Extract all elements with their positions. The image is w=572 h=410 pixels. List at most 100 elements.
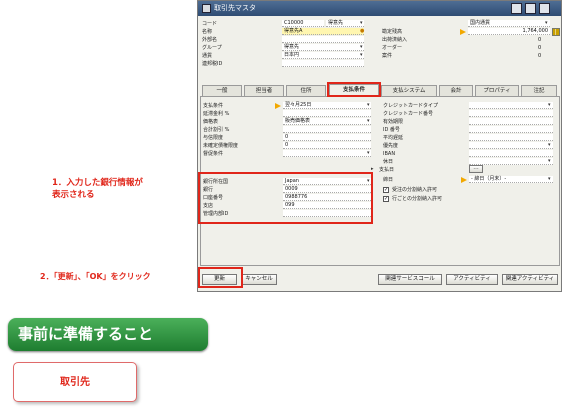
code-field[interactable]: C10000: [282, 20, 324, 27]
click-note: 2．「更新」、「OK」をクリック: [40, 272, 151, 281]
bank-info-highlight: [198, 172, 373, 224]
business-partner-window: 取引先マスタ コード C10000 得意先 ▾ 名称 得意先A ● 外部名 グル…: [197, 0, 562, 292]
chevron-down-icon[interactable]: ▾: [367, 150, 370, 157]
tab-properties[interactable]: プロパティ: [475, 85, 519, 96]
dunning-select[interactable]: [283, 150, 371, 157]
orders-value: 0: [538, 45, 542, 51]
deliveries-value: 0: [538, 37, 542, 43]
code-label: コード: [202, 21, 218, 27]
link-arrow-icon[interactable]: [460, 29, 466, 35]
partial-line-delivery-label: 行ごとの分割納入許可: [392, 196, 442, 202]
priority-label: 優先度: [383, 143, 399, 149]
update-button-highlight: [198, 267, 243, 288]
id-number-label: ID 番号: [383, 127, 400, 133]
card-type-select[interactable]: [469, 102, 553, 109]
closing-date-label: 締日: [383, 177, 394, 183]
iban-field[interactable]: [469, 150, 553, 157]
cancel-button[interactable]: キャンセル: [241, 274, 277, 285]
tab-general[interactable]: 一般: [202, 85, 242, 96]
tab-payment-system[interactable]: 支払システム: [381, 85, 437, 96]
avg-delay-field[interactable]: [469, 134, 553, 141]
discount-label: 合計割引 %: [203, 127, 230, 133]
avg-delay-label: 平均遅延: [383, 135, 404, 141]
activity-button[interactable]: アクティビティ: [446, 274, 498, 285]
chevron-down-icon[interactable]: ▾: [360, 52, 363, 59]
holiday-label: 休日: [383, 159, 394, 165]
expiry-field[interactable]: [469, 118, 553, 125]
bank-info-note-line1: 1．入力した銀行情報が: [52, 178, 143, 188]
payment-term-label: 支払条件: [203, 103, 224, 109]
card-number-field[interactable]: [469, 110, 553, 117]
card-type-label: クレジットカードタイプ: [383, 103, 439, 109]
payment-term-select[interactable]: 翌々月25日: [283, 102, 371, 109]
link-arrow-icon[interactable]: [275, 103, 281, 109]
tax-id-label: 連邦税ID: [202, 61, 223, 67]
chevron-down-icon[interactable]: ▾: [367, 102, 370, 109]
currency-mode-select[interactable]: 国内通貨: [468, 20, 550, 27]
payment-tab-highlight: [327, 82, 381, 97]
price-list-select[interactable]: 販売価格表: [283, 118, 371, 125]
chevron-down-icon[interactable]: ▾: [360, 44, 363, 51]
iban-label: IBAN: [383, 151, 396, 157]
window-icon: [202, 4, 211, 13]
payment-date-button[interactable]: …: [469, 165, 483, 173]
deliveries-label: 出荷済納入: [382, 37, 408, 43]
id-number-field[interactable]: [469, 126, 553, 133]
window-titlebar: 取引先マスタ: [198, 1, 561, 16]
discount-field[interactable]: [283, 126, 371, 133]
name-label: 名称: [202, 29, 213, 35]
chevron-down-icon[interactable]: ▾: [360, 20, 363, 27]
price-list-label: 価格表: [203, 119, 219, 125]
chevron-down-icon[interactable]: ▾: [548, 176, 551, 183]
chart-icon[interactable]: [552, 28, 560, 36]
chevron-down-icon[interactable]: ▾: [545, 20, 548, 27]
tab-address[interactable]: 住所: [286, 85, 326, 96]
orders-label: オーダー: [382, 45, 403, 51]
link-icon[interactable]: ●: [360, 28, 364, 35]
currency-select[interactable]: 日本円: [282, 52, 364, 59]
group-select[interactable]: 得意先: [282, 44, 364, 51]
holiday-select[interactable]: [469, 158, 553, 165]
link-arrow-icon[interactable]: [461, 177, 467, 183]
chevron-down-icon[interactable]: ▾: [548, 158, 551, 165]
commitment-limit-label: 未確定債権限度: [203, 143, 239, 149]
interest-label: 延滞金利 %: [203, 111, 230, 117]
currency-label: 通貨: [202, 53, 213, 59]
minimize-button[interactable]: [511, 3, 522, 14]
foreign-name-label: 外部名: [202, 37, 218, 43]
tab-remarks[interactable]: 注記: [521, 85, 557, 96]
bank-info-note: 1．入力した銀行情報が 表示される: [52, 177, 143, 201]
chevron-down-icon[interactable]: ▾: [367, 118, 370, 125]
opportunities-label: 案件: [382, 53, 393, 59]
interest-field[interactable]: [283, 110, 371, 117]
chevron-down-icon[interactable]: ▾: [548, 142, 551, 149]
maximize-button[interactable]: [525, 3, 536, 14]
chevron-down-icon[interactable]: ▾: [548, 102, 551, 109]
credit-limit-field[interactable]: 0: [283, 134, 371, 141]
related-service-call-button[interactable]: 関連サービスコール: [378, 274, 442, 285]
card-number-label: クレジットカード番号: [383, 111, 434, 117]
business-partner-card: 取引先: [13, 362, 137, 402]
window-title: 取引先マスタ: [214, 4, 256, 12]
name-field[interactable]: 得意先A: [282, 28, 364, 35]
priority-select[interactable]: [469, 142, 553, 149]
section-title-bar: 事前に準備すること: [8, 318, 208, 351]
dunning-label: 督促条件: [203, 151, 224, 157]
closing-date-select[interactable]: - 締日（月末）-: [469, 176, 553, 183]
partial-delivery-label: 受注の分割納入許可: [392, 187, 438, 193]
tab-accounting[interactable]: 会計: [439, 85, 473, 96]
close-button[interactable]: [539, 3, 550, 14]
commitment-limit-field[interactable]: 0: [283, 142, 371, 149]
credit-limit-label: 与信限度: [203, 135, 224, 141]
partial-line-delivery-checkbox[interactable]: ✓: [383, 196, 389, 202]
bank-info-note-line2: 表示される: [52, 190, 95, 200]
expiry-label: 有効期限: [383, 119, 404, 125]
opportunities-value: 0: [538, 53, 542, 59]
type-select[interactable]: 得意先: [326, 20, 364, 27]
tax-id-field[interactable]: [282, 60, 364, 67]
tab-contacts[interactable]: 担当者: [244, 85, 284, 96]
foreign-name-field[interactable]: [282, 36, 364, 43]
partial-delivery-checkbox[interactable]: ✓: [383, 187, 389, 193]
balance-value: 1,764,000: [468, 28, 550, 35]
related-activity-button[interactable]: 関連アクティビティ: [502, 274, 558, 285]
